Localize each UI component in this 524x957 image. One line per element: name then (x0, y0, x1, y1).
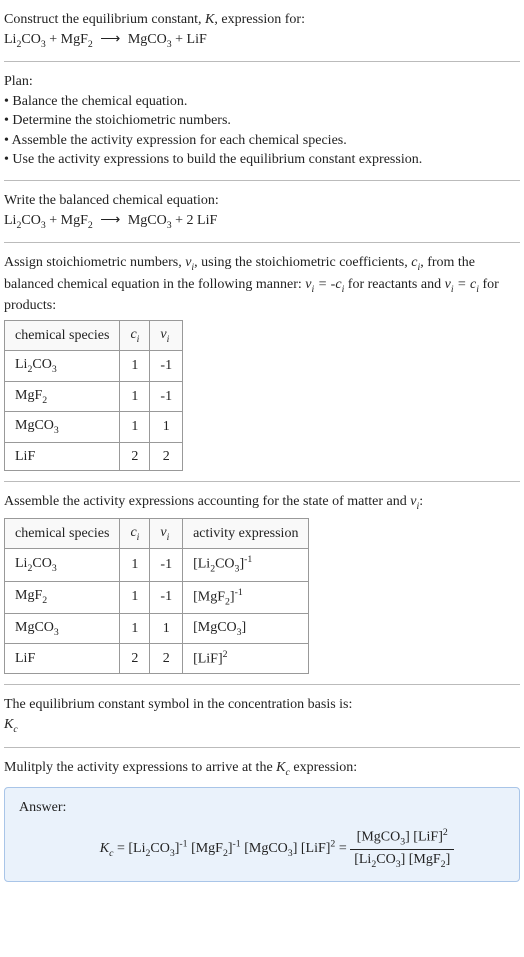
table-header: activity expression (183, 518, 309, 549)
divider (4, 747, 520, 748)
table-header-row: chemical species ci νi (5, 320, 183, 351)
table-header: ci (120, 320, 150, 351)
intro-text-1b: , expression for: (214, 12, 305, 27)
divider (4, 481, 520, 482)
plan-item-0: • Balance the chemical equation. (4, 92, 520, 112)
symbol-kc: Kc (4, 715, 520, 737)
table-cell: 2 (150, 644, 183, 674)
answer-equation: Kc = [Li2CO3]-1 [MgF2]-1 [MgCO3] [LiF]2 … (19, 826, 505, 872)
table-cell: [MgCO3] (183, 613, 309, 644)
table-cell: -1 (150, 581, 183, 613)
assign-text-1: Assign stoichiometric numbers, (4, 255, 185, 270)
table-cell: 1 (150, 613, 183, 644)
table-cell: LiF (5, 442, 120, 471)
assign-nu: νi (185, 255, 194, 270)
plan-item-1: • Determine the stoichiometric numbers. (4, 111, 520, 131)
table-row: LiF 2 2 [LiF]2 (5, 644, 309, 674)
intro-text-1: Construct the equilibrium constant, (4, 12, 205, 27)
plan-header: Plan: (4, 72, 520, 92)
table-row: Li2CO3 1 -1 (5, 351, 183, 382)
symbol-block: The equilibrium constant symbol in the c… (4, 695, 520, 736)
table-cell: 1 (120, 351, 150, 382)
table-cell: -1 (150, 549, 183, 581)
balanced-header: Write the balanced chemical equation: (4, 191, 520, 211)
table-cell: 2 (150, 442, 183, 471)
table-cell: [Li2CO3]-1 (183, 549, 309, 581)
table-cell: 1 (120, 549, 150, 581)
table-header: νi (150, 320, 183, 351)
assign-block: Assign stoichiometric numbers, νi, using… (4, 253, 520, 471)
table-header-row: chemical species ci νi activity expressi… (5, 518, 309, 549)
plan-item-2: • Assemble the activity expression for e… (4, 131, 520, 151)
table-row: LiF 2 2 (5, 442, 183, 471)
table-row: Li2CO3 1 -1 [Li2CO3]-1 (5, 549, 309, 581)
assemble-text-1: Assemble the activity expressions accoun… (4, 494, 410, 509)
assign-text-2: , using the stoichiometric coefficients, (194, 255, 411, 270)
intro-equation: Li2CO3 + MgF2 ⟶ MgCO3 + LiF (4, 32, 207, 47)
table-cell: MgCO3 (5, 613, 120, 644)
table-cell: 2 (120, 442, 150, 471)
table-cell: 1 (120, 381, 150, 412)
table-cell: [MgF2]-1 (183, 581, 309, 613)
intro-block: Construct the equilibrium constant, K, e… (4, 10, 520, 51)
balanced-equation: Li2CO3 + MgF2 ⟶ MgCO3 + 2 LiF (4, 213, 217, 228)
balanced-block: Write the balanced chemical equation: Li… (4, 191, 520, 232)
stoich-table: chemical species ci νi Li2CO3 1 -1 MgF2 … (4, 320, 183, 472)
table-row: MgCO3 1 1 (5, 412, 183, 443)
table-row: MgF2 1 -1 (5, 381, 183, 412)
table-cell: -1 (150, 351, 183, 382)
table-cell: 1 (120, 412, 150, 443)
table-header: ci (120, 518, 150, 549)
multiply-kc: Kc (276, 760, 290, 775)
table-cell: 2 (120, 644, 150, 674)
table-cell: 1 (150, 412, 183, 443)
intro-K: K (205, 12, 214, 27)
table-cell: MgCO3 (5, 412, 120, 443)
multiply-text-2: expression: (290, 760, 357, 775)
assign-ci: ci (411, 255, 420, 270)
assemble-text-2: : (419, 494, 423, 509)
table-cell: [LiF]2 (183, 644, 309, 674)
table-row: MgCO3 1 1 [MgCO3] (5, 613, 309, 644)
plan-block: Plan: • Balance the chemical equation. •… (4, 72, 520, 170)
table-cell: MgF2 (5, 381, 120, 412)
table-header: chemical species (5, 320, 120, 351)
plan-item-3: • Use the activity expressions to build … (4, 150, 520, 170)
divider (4, 61, 520, 62)
assign-eq1: νi = -ci (305, 277, 344, 292)
table-cell: 1 (120, 581, 150, 613)
answer-box: Answer: Kc = [Li2CO3]-1 [MgF2]-1 [MgCO3]… (4, 787, 520, 882)
table-cell: Li2CO3 (5, 351, 120, 382)
multiply-text-1: Mulitply the activity expressions to arr… (4, 760, 276, 775)
table-cell: 1 (120, 613, 150, 644)
answer-label: Answer: (19, 798, 505, 818)
table-cell: MgF2 (5, 581, 120, 613)
assign-eq2: νi = ci (445, 277, 479, 292)
table-cell: LiF (5, 644, 120, 674)
table-row: MgF2 1 -1 [MgF2]-1 (5, 581, 309, 613)
assign-text-4: for reactants and (344, 277, 444, 292)
table-cell: Li2CO3 (5, 549, 120, 581)
divider (4, 180, 520, 181)
multiply-block: Mulitply the activity expressions to arr… (4, 758, 520, 780)
activity-table: chemical species ci νi activity expressi… (4, 518, 309, 675)
table-cell: -1 (150, 381, 183, 412)
divider (4, 684, 520, 685)
table-header: νi (150, 518, 183, 549)
divider (4, 242, 520, 243)
table-header: chemical species (5, 518, 120, 549)
symbol-text: The equilibrium constant symbol in the c… (4, 695, 520, 715)
assemble-nu: νi (410, 494, 419, 509)
assemble-block: Assemble the activity expressions accoun… (4, 492, 520, 674)
